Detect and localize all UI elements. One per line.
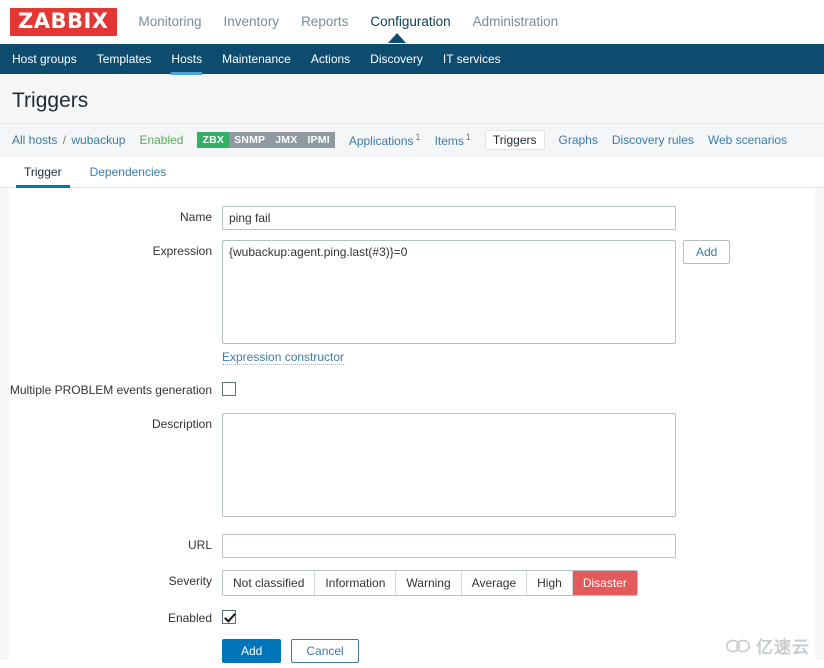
- form-row-actions: Add Cancel: [0, 639, 824, 664]
- breadcrumb-link-graphs[interactable]: Graphs: [559, 133, 598, 147]
- breadcrumb-link-web-scenarios[interactable]: Web scenarios: [708, 133, 787, 147]
- expression-control: {wubackup:agent.ping.last(#3)}=0 Add Exp…: [222, 240, 824, 366]
- host-status-label[interactable]: Enabled: [139, 133, 183, 147]
- enabled-control: [222, 607, 824, 627]
- interface-badges: ZBX SNMP JMX IPMI: [197, 131, 335, 149]
- breadcrumb-link-triggers[interactable]: Triggers: [484, 130, 545, 151]
- actions-spacer: [0, 639, 222, 643]
- form-tabs: Trigger Dependencies: [0, 157, 824, 189]
- enabled-label: Enabled: [167, 611, 212, 626]
- watermark-text: 亿速云: [756, 638, 810, 658]
- items-count: 1: [465, 132, 471, 143]
- form-row-name: Name: [0, 206, 824, 231]
- badge-snmp[interactable]: SNMP: [229, 131, 271, 149]
- description-control: [222, 413, 824, 520]
- tab-trigger[interactable]: Trigger: [12, 157, 74, 189]
- name-label: Name: [179, 210, 212, 225]
- nav-item-inventory[interactable]: Inventory: [224, 0, 280, 44]
- severity-segmented-control: Not classified Information Warning Avera…: [222, 570, 638, 597]
- multiple-problem-label: Multiple PROBLEM events generation: [9, 383, 212, 398]
- subnav-item-maintenance[interactable]: Maintenance: [222, 44, 291, 74]
- trigger-form: Name Expression {wubackup:agent.ping.las…: [0, 188, 824, 664]
- breadcrumb-separator: /: [62, 133, 67, 148]
- left-gutter: [0, 188, 9, 661]
- description-textarea[interactable]: [222, 413, 676, 518]
- main-navigation: Monitoring Inventory Reports Configurati…: [139, 0, 559, 44]
- severity-option-warning[interactable]: Warning: [396, 571, 462, 596]
- severity-option-high[interactable]: High: [527, 571, 573, 596]
- subnav-item-hosts[interactable]: Hosts: [171, 44, 202, 75]
- enabled-checkbox[interactable]: [222, 610, 236, 625]
- applications-count: 1: [415, 132, 421, 143]
- top-bar: ZABBIX Monitoring Inventory Reports Conf…: [0, 0, 824, 44]
- subnav-item-templates[interactable]: Templates: [97, 44, 152, 74]
- form-row-enabled: Enabled: [0, 607, 824, 627]
- url-control: [222, 534, 824, 559]
- expression-textarea[interactable]: {wubackup:agent.ping.last(#3)}=0: [222, 240, 676, 345]
- page-title: Triggers: [12, 89, 89, 112]
- watermark: 亿速云: [726, 633, 810, 658]
- submit-add-button[interactable]: Add: [222, 639, 282, 664]
- expression-add-button[interactable]: Add: [683, 240, 731, 265]
- subnav-item-host-groups[interactable]: Host groups: [12, 44, 77, 74]
- severity-label: Severity: [168, 574, 212, 589]
- subnav-item-discovery[interactable]: Discovery: [370, 44, 423, 74]
- expression-constructor-link[interactable]: Expression constructor: [222, 350, 345, 366]
- severity-option-not-classified[interactable]: Not classified: [223, 571, 316, 596]
- breadcrumb-applications-wrap: Applications 1: [349, 132, 421, 148]
- nav-item-reports[interactable]: Reports: [301, 0, 348, 44]
- breadcrumb-host[interactable]: wubackup: [71, 133, 125, 147]
- right-gutter: [815, 188, 824, 661]
- active-nav-arrow-icon: [388, 33, 406, 43]
- severity-option-average[interactable]: Average: [461, 571, 528, 596]
- multiple-problem-checkbox[interactable]: [222, 382, 236, 397]
- multiple-problem-control: [222, 379, 824, 399]
- page-header: Triggers: [0, 74, 824, 124]
- description-label: Description: [151, 417, 212, 432]
- form-row-url: URL: [0, 534, 824, 559]
- expression-label: Expression: [152, 244, 212, 259]
- cancel-button[interactable]: Cancel: [291, 639, 359, 664]
- form-row-expression: Expression {wubackup:agent.ping.last(#3)…: [0, 240, 824, 366]
- badge-ipmi[interactable]: IPMI: [302, 131, 335, 149]
- severity-control: Not classified Information Warning Avera…: [222, 570, 824, 597]
- breadcrumb-link-discovery-rules[interactable]: Discovery rules: [612, 133, 694, 147]
- sub-navigation: Host groups Templates Hosts Maintenance …: [0, 44, 824, 75]
- subnav-item-it-services[interactable]: IT services: [443, 44, 501, 74]
- breadcrumb-items-wrap: Items 1: [435, 132, 471, 148]
- breadcrumb: All hosts / wubackup Enabled ZBX SNMP JM…: [0, 123, 824, 158]
- nav-item-configuration[interactable]: Configuration: [370, 0, 450, 44]
- url-input[interactable]: [222, 534, 676, 559]
- url-label: URL: [187, 538, 212, 553]
- breadcrumb-link-items[interactable]: Items: [435, 134, 464, 148]
- severity-option-disaster[interactable]: Disaster: [572, 571, 637, 596]
- nav-item-monitoring[interactable]: Monitoring: [139, 0, 202, 44]
- name-input[interactable]: [222, 206, 676, 231]
- breadcrumb-link-applications[interactable]: Applications: [349, 134, 414, 148]
- zabbix-logo[interactable]: ZABBIX: [10, 8, 117, 36]
- form-row-multiple-problem: Multiple PROBLEM events generation: [0, 379, 824, 399]
- severity-option-information[interactable]: Information: [315, 571, 397, 596]
- badge-jmx[interactable]: JMX: [270, 131, 303, 149]
- form-row-description: Description: [0, 413, 824, 520]
- name-control: [222, 206, 824, 231]
- expression-line: {wubackup:agent.ping.last(#3)}=0 Add: [222, 240, 824, 345]
- tab-dependencies[interactable]: Dependencies: [78, 157, 179, 187]
- subnav-item-actions[interactable]: Actions: [311, 44, 350, 74]
- badge-zbx[interactable]: ZBX: [197, 131, 230, 149]
- cloud-icon: [726, 639, 750, 652]
- breadcrumb-all-hosts[interactable]: All hosts: [12, 133, 57, 147]
- nav-item-administration[interactable]: Administration: [473, 0, 559, 44]
- form-row-severity: Severity Not classified Information Warn…: [0, 570, 824, 597]
